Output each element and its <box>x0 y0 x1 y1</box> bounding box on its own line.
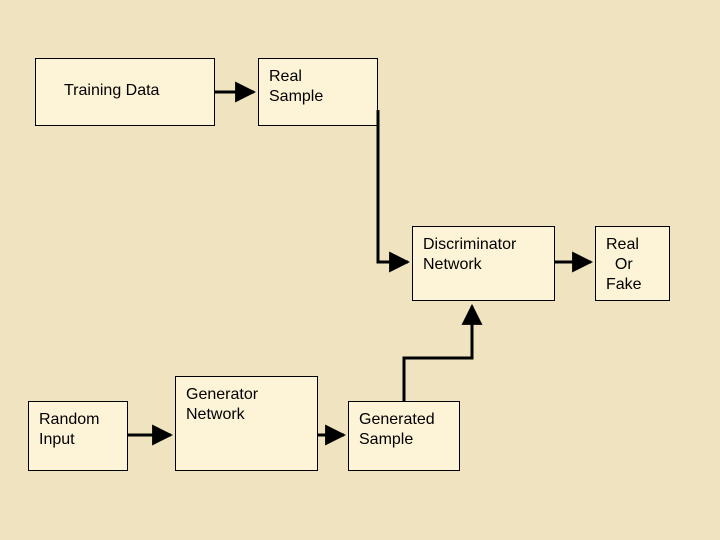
output-label: Real Or Fake <box>606 236 642 293</box>
real-sample-box: Real Sample <box>258 58 378 126</box>
real-sample-label: Real Sample <box>269 68 323 105</box>
discriminator-box: Discriminator Network <box>412 226 555 301</box>
random-input-label: Random Input <box>39 411 99 448</box>
generator-box: Generator Network <box>175 376 318 471</box>
arrow-real-to-discriminator <box>378 110 408 262</box>
generator-label: Generator Network <box>186 386 258 423</box>
generated-sample-box: Generated Sample <box>348 401 460 471</box>
discriminator-label: Discriminator Network <box>423 236 516 273</box>
random-input-box: Random Input <box>28 401 128 471</box>
training-data-label: Training Data <box>64 82 159 99</box>
generated-sample-label: Generated Sample <box>359 411 435 448</box>
training-data-box: Training Data <box>35 58 215 126</box>
arrow-generated-to-discriminator <box>404 306 472 401</box>
output-box: Real Or Fake <box>595 226 670 301</box>
